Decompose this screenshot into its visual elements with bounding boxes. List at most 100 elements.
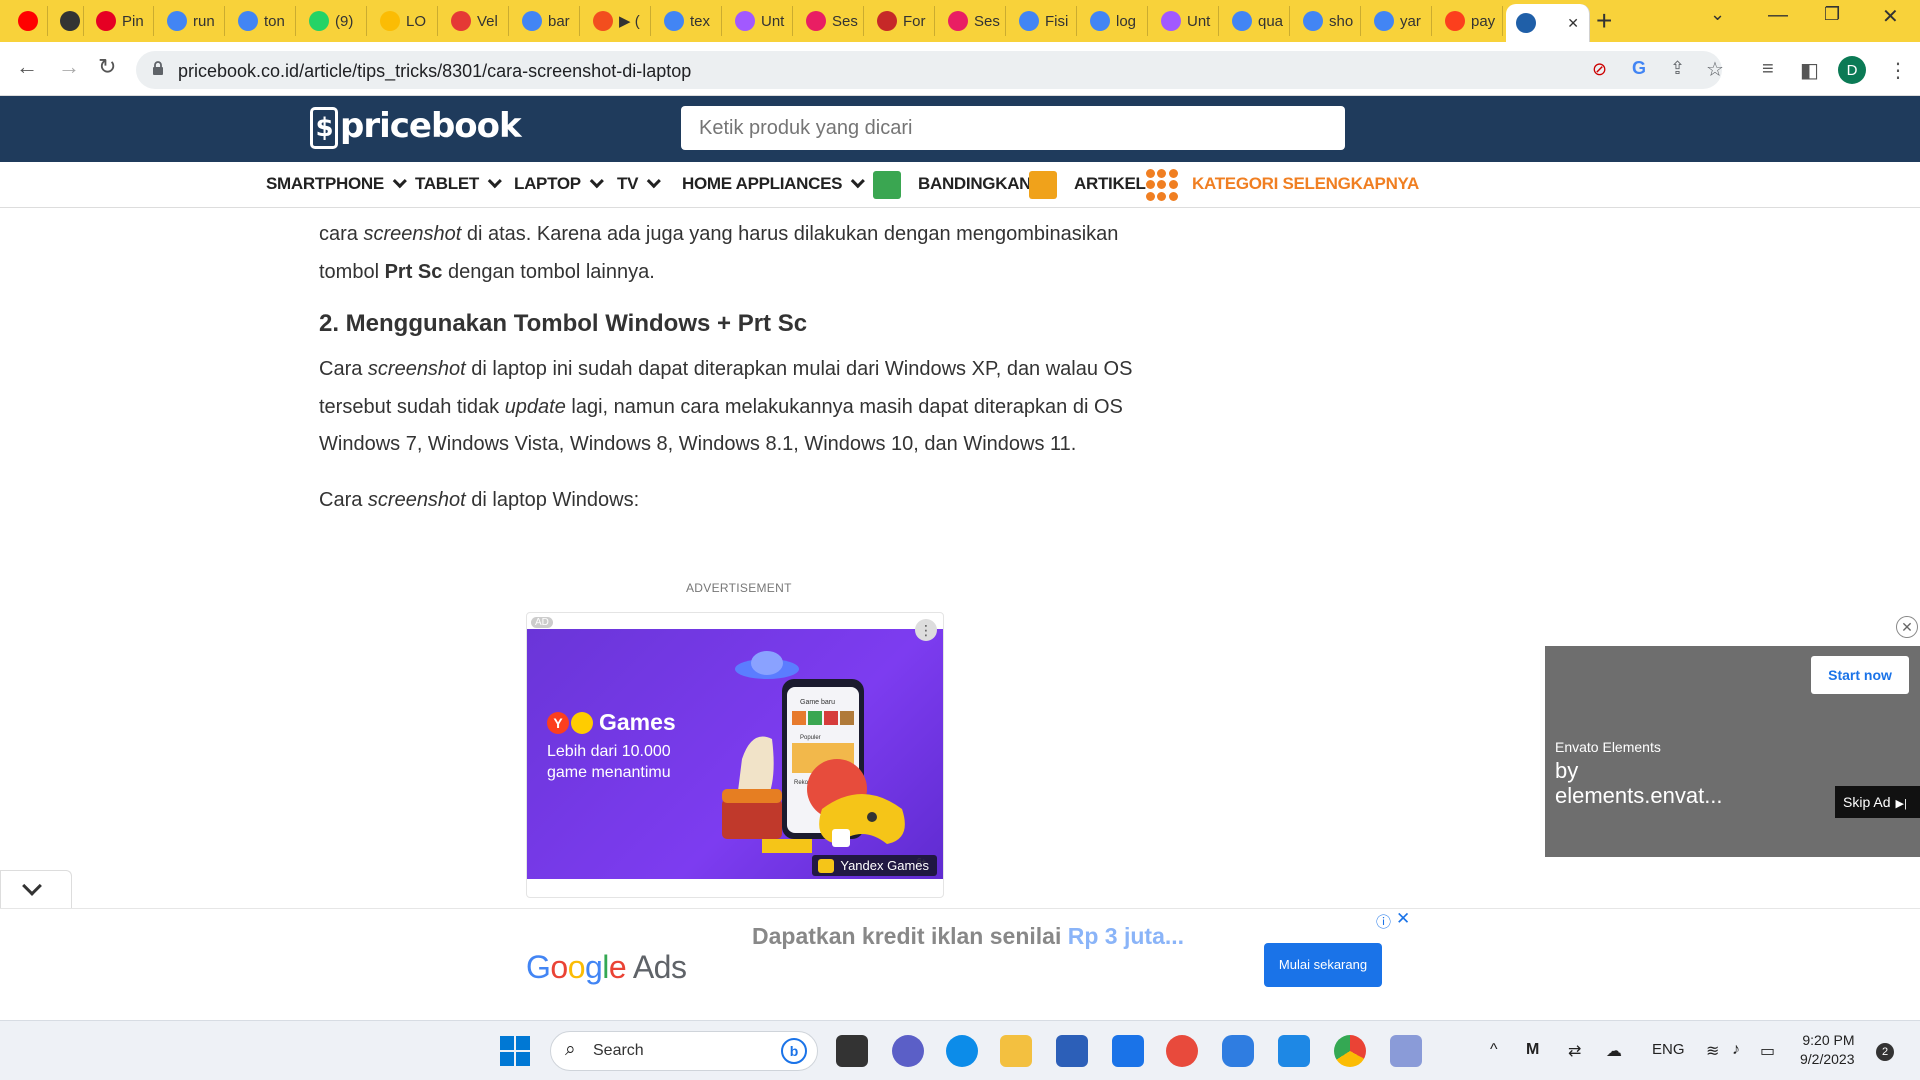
forward-icon[interactable]: → (58, 54, 80, 80)
close-ad-icon[interactable]: ✕ (1396, 909, 1410, 929)
browser-tab[interactable]: Vel (441, 6, 509, 36)
clock-time: 9:20 PM (1802, 1032, 1855, 1048)
browser-tab[interactable]: ✕ (1506, 4, 1590, 42)
browser-tab[interactable]: qua (1222, 6, 1290, 36)
new-tab-button[interactable]: + (1596, 6, 1612, 36)
browser-tab[interactable]: ▶ ( (583, 6, 651, 36)
notification-badge[interactable]: 2 (1876, 1043, 1894, 1061)
reload-icon[interactable]: ↻ (98, 54, 116, 80)
browser-tab[interactable]: sho (1293, 6, 1361, 36)
article-paragraph: cara screenshot di atas. Karena ada juga… (319, 223, 1119, 283)
wifi-icon[interactable]: ≋ (1706, 1041, 1719, 1061)
start-now-button[interactable]: Start now (1811, 656, 1909, 694)
close-window-icon[interactable]: ✕ (1882, 4, 1899, 29)
microsoft-store-icon[interactable] (1056, 1035, 1088, 1067)
reading-list-icon[interactable]: ≡ (1762, 58, 1774, 81)
close-tab-icon[interactable]: ✕ (1567, 15, 1579, 32)
browser-tab[interactable]: LO (370, 6, 438, 36)
browser-tab[interactable] (50, 6, 84, 36)
nav-smartphone[interactable]: SMARTPHONE (266, 174, 407, 194)
ad-banner-image[interactable]: Y Games Lebih dari 10.000 game menantimu… (527, 629, 943, 879)
ad-options-icon[interactable]: ⋮ (915, 619, 937, 641)
tab-title: LO (406, 12, 427, 30)
menu-kebab-icon[interactable]: ⋮ (1888, 58, 1908, 83)
vscode-icon[interactable] (1278, 1035, 1310, 1067)
clock[interactable]: 9:20 PM 9/2/2023 (1800, 1031, 1855, 1069)
side-panel-icon[interactable]: ◧ (1800, 58, 1819, 83)
edge-icon[interactable] (946, 1035, 978, 1067)
browser-tab[interactable]: log (1080, 6, 1148, 36)
bookmark-star-icon[interactable]: ☆ (1706, 57, 1724, 82)
battery-icon[interactable]: ▭ (1760, 1041, 1775, 1061)
task-view-icon[interactable] (836, 1035, 868, 1067)
browser-tab[interactable]: Pin (86, 6, 154, 36)
browser-tab[interactable]: Ses (938, 6, 1006, 36)
app-icon[interactable] (1390, 1035, 1422, 1067)
taskbar-search[interactable]: ⌕ Search b (550, 1031, 818, 1071)
browser-tab[interactable]: For (867, 6, 935, 36)
browser-tab[interactable]: Fisi (1009, 6, 1077, 36)
product-search-input[interactable] (681, 106, 1345, 150)
nav-laptop[interactable]: LAPTOP (514, 174, 604, 194)
translate-blocked-icon[interactable]: ⊘ (1592, 59, 1607, 80)
meet-icon[interactable]: M (1526, 1041, 1539, 1059)
close-video-ad-icon[interactable]: ✕ (1896, 616, 1918, 638)
nav-artikel[interactable]: ARTIKEL (1074, 174, 1146, 194)
collapse-ad-button[interactable] (0, 870, 72, 910)
restore-icon[interactable]: ❐ (1824, 4, 1840, 25)
bing-icon[interactable]: b (781, 1038, 807, 1064)
pricebook-logo[interactable]: $ pricebook (310, 106, 522, 149)
figma-icon (735, 11, 755, 31)
browser-tab[interactable]: ton (228, 6, 296, 36)
mulai-sekarang-button[interactable]: Mulai sekarang (1264, 943, 1382, 987)
opera-icon[interactable] (1166, 1035, 1198, 1067)
skip-ad-button[interactable]: Skip Ad ▶| (1835, 786, 1920, 818)
browser-tab[interactable]: bar (512, 6, 580, 36)
chevron-down-icon (646, 174, 662, 189)
browser-tab[interactable]: pay (1435, 6, 1503, 36)
browser-tab[interactable]: Unt (725, 6, 793, 36)
browser-tab[interactable]: (9) (299, 6, 367, 36)
browser-tab[interactable]: run (157, 6, 225, 36)
google-ads-headline: Dapatkan kredit iklan senilai Rp 3 juta.… (752, 923, 1185, 949)
yandex-games-ad[interactable]: Y Games Lebih dari 10.000 game menantimu… (526, 612, 944, 898)
google-lens-icon[interactable]: G (1632, 58, 1646, 79)
volume-icon[interactable]: ♪ (1732, 1041, 1740, 1059)
browser-tab[interactable]: Ses (796, 6, 864, 36)
mail-icon[interactable] (1112, 1035, 1144, 1067)
tab-search-icon[interactable]: ⌄ (1710, 4, 1725, 25)
advertiser-name: Envato Elements (1555, 739, 1661, 755)
browser-tab[interactable]: Unt (1151, 6, 1219, 36)
share-icon[interactable]: ⇪ (1670, 58, 1685, 79)
teams-chat-icon[interactable] (892, 1035, 924, 1067)
cloud-offline-icon[interactable]: ☁ (1606, 1041, 1622, 1061)
nav-kategori-selengkapnya[interactable]: KATEGORI SELENGKAPNYA (1192, 174, 1419, 194)
envato-video-ad[interactable]: Start now Envato Elements by elements.en… (1545, 646, 1920, 857)
article-icon (1029, 171, 1057, 199)
minimize-icon[interactable]: — (1768, 4, 1788, 27)
back-icon[interactable]: ← (16, 54, 38, 80)
google-ads-banner[interactable]: Google Ads Dapatkan kredit iklan senilai… (0, 908, 1920, 1020)
advertiser-domain[interactable]: by elements.envat... (1555, 758, 1723, 808)
clock-date: 9/2/2023 (1800, 1051, 1855, 1067)
address-bar[interactable]: pricebook.co.id/article/tips_tricks/8301… (136, 51, 1724, 89)
windows-start-icon[interactable] (500, 1036, 530, 1066)
nav-home-appliances[interactable]: HOME APPLIANCES (682, 174, 866, 194)
browser-tab[interactable]: tex (654, 6, 722, 36)
chat-app-icon[interactable] (1222, 1035, 1254, 1067)
profile-avatar[interactable]: D (1838, 56, 1866, 84)
language-indicator[interactable]: ENG (1652, 1041, 1685, 1058)
file-explorer-icon[interactable] (1000, 1035, 1032, 1067)
nav-tv[interactable]: TV (617, 174, 662, 194)
browser-tab[interactable] (8, 6, 48, 36)
tray-overflow-icon[interactable]: ^ (1490, 1041, 1498, 1059)
browser-tab[interactable]: yar (1364, 6, 1432, 36)
switch-icon[interactable]: ⇄ (1568, 1041, 1581, 1061)
chrome-icon[interactable] (1334, 1035, 1366, 1067)
nav-tablet[interactable]: TABLET (415, 174, 502, 194)
nav-bandingkan[interactable]: BANDINGKAN (918, 174, 1031, 194)
ad-info-icon[interactable]: ⓘ (1376, 911, 1391, 932)
google-icon (167, 11, 187, 31)
tab-title: pay (1471, 12, 1496, 30)
yandex-games-badge[interactable]: Yandex Games (812, 855, 937, 876)
